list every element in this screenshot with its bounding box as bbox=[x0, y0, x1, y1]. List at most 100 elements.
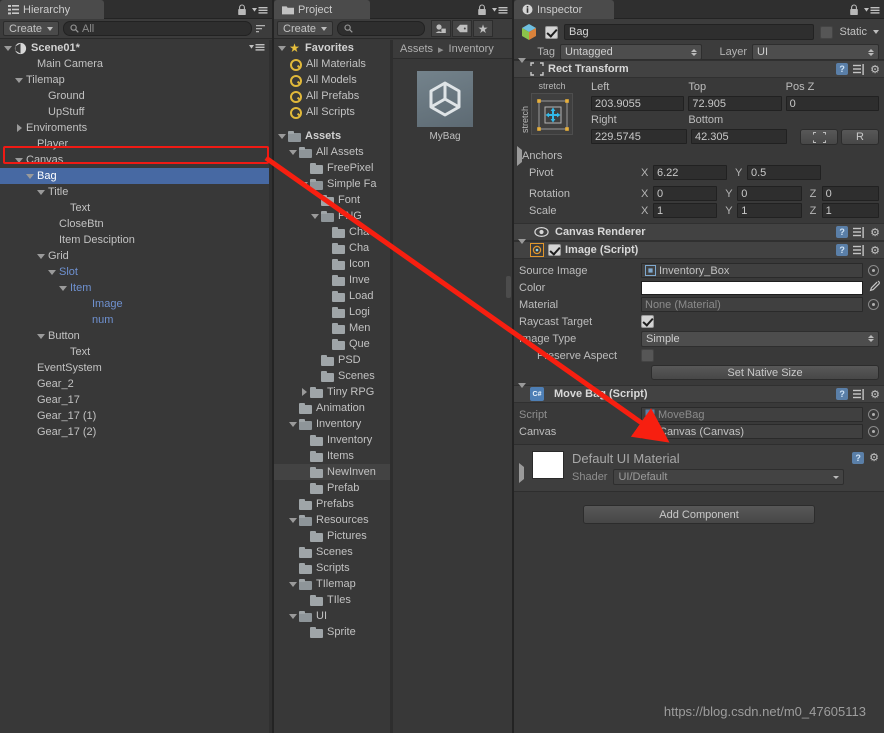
breadcrumb[interactable]: Assets ▸ Inventory bbox=[393, 40, 512, 59]
chevron-down-icon[interactable] bbox=[35, 333, 47, 339]
hierarchy-item-text[interactable]: Text bbox=[0, 344, 270, 360]
help-icon[interactable]: ? bbox=[852, 451, 865, 464]
chevron-down-icon[interactable] bbox=[287, 581, 299, 587]
gear-icon[interactable]: ⚙ bbox=[870, 388, 880, 401]
hierarchy-tree[interactable]: Scene01* Main Camera Tilemap Ground UpStuff… bbox=[0, 40, 270, 733]
preserve-checkbox[interactable] bbox=[641, 349, 654, 362]
component-header-move-bag[interactable]: C# Move Bag (Script) ? ⚙ bbox=[514, 383, 884, 403]
scale-x-input[interactable]: 1 bbox=[653, 203, 718, 218]
raw-mode-button[interactable]: R bbox=[841, 129, 879, 145]
hierarchy-item-title[interactable]: Title bbox=[0, 184, 270, 200]
project-folder-prefabs[interactable]: Prefabs bbox=[274, 496, 390, 512]
color-swatch[interactable] bbox=[641, 280, 863, 295]
project-folder-cha[interactable]: Cha bbox=[274, 240, 390, 256]
tab-inspector[interactable]: Inspector bbox=[514, 0, 614, 19]
hierarchy-item-closebtn[interactable]: CloseBtn bbox=[0, 216, 270, 232]
project-folder-all-assets[interactable]: All Assets bbox=[274, 144, 390, 160]
preset-icon[interactable] bbox=[853, 226, 865, 238]
hierarchy-item-bag[interactable]: Bag bbox=[0, 168, 270, 184]
material-objectfield[interactable]: None (Material) bbox=[641, 297, 863, 312]
script-picker-icon[interactable] bbox=[868, 409, 879, 420]
project-folder-animation[interactable]: Animation bbox=[274, 400, 390, 416]
favorite-star-icon[interactable]: ★ bbox=[473, 20, 494, 37]
project-folder-pictures[interactable]: Pictures bbox=[274, 528, 390, 544]
preset-icon[interactable] bbox=[853, 63, 865, 75]
component-header-canvas-renderer[interactable]: Canvas Renderer ? ⚙ bbox=[514, 223, 884, 241]
project-folder-inventory[interactable]: Inventory bbox=[274, 416, 390, 432]
project-folder-men[interactable]: Men bbox=[274, 320, 390, 336]
lock-icon[interactable] bbox=[477, 3, 487, 16]
hierarchy-sort-icon[interactable] bbox=[256, 24, 265, 33]
project-folder-ui[interactable]: UI bbox=[274, 608, 390, 624]
hierarchy-item-item[interactable]: Item bbox=[0, 280, 270, 296]
panel-menu-icon[interactable] bbox=[252, 5, 268, 15]
component-header-image[interactable]: Image (Script) ? ⚙ bbox=[514, 239, 884, 259]
image-type-dropdown[interactable]: Simple bbox=[641, 330, 879, 347]
hierarchy-item-image[interactable]: Image bbox=[0, 296, 270, 312]
gameobject-active-checkbox[interactable] bbox=[545, 25, 558, 39]
project-folder-psd[interactable]: PSD bbox=[274, 352, 390, 368]
project-folder-simple-fa[interactable]: Simple Fa bbox=[274, 176, 390, 192]
gameobject-name-input[interactable]: Bag bbox=[564, 24, 815, 40]
hierarchy-item-player[interactable]: Player bbox=[0, 136, 270, 152]
preset-icon[interactable] bbox=[853, 244, 865, 256]
image-enabled-checkbox[interactable] bbox=[548, 244, 561, 256]
project-folder-inve[interactable]: Inve bbox=[274, 272, 390, 288]
hierarchy-item-main-camera[interactable]: Main Camera bbox=[0, 56, 270, 72]
chevron-down-icon[interactable] bbox=[518, 58, 526, 75]
eyedropper-icon[interactable] bbox=[868, 280, 880, 295]
hierarchy-item-gear-17[interactable]: Gear_17 bbox=[0, 392, 270, 408]
project-scrollbar-thumb[interactable] bbox=[506, 276, 511, 298]
chevron-down-icon[interactable] bbox=[309, 213, 321, 219]
top-input[interactable]: 72.905 bbox=[688, 96, 782, 111]
chevron-down-icon[interactable] bbox=[518, 383, 526, 400]
project-assets-root[interactable]: Assets bbox=[274, 128, 390, 144]
chevron-down-icon[interactable] bbox=[24, 173, 36, 179]
hierarchy-item-ground[interactable]: Ground bbox=[0, 88, 270, 104]
project-folder-cha[interactable]: Cha bbox=[274, 224, 390, 240]
hierarchy-item-item-desciption[interactable]: Item Desciption bbox=[0, 232, 270, 248]
help-icon[interactable]: ? bbox=[836, 244, 849, 256]
project-favorite-all-prefabs[interactable]: All Prefabs bbox=[274, 88, 390, 104]
project-create-button[interactable]: Create bbox=[277, 21, 334, 36]
hierarchy-item-upstuff[interactable]: UpStuff bbox=[0, 104, 270, 120]
project-favorite-all-materials[interactable]: All Materials bbox=[274, 56, 390, 72]
project-folder-scenes[interactable]: Scenes bbox=[274, 368, 390, 384]
right-input[interactable]: 229.5745 bbox=[591, 129, 687, 144]
project-folder-icon[interactable]: Icon bbox=[274, 256, 390, 272]
pivot-y-input[interactable]: 0.5 bbox=[747, 165, 821, 180]
anchor-preset-button[interactable] bbox=[531, 93, 573, 135]
hierarchy-create-button[interactable]: Create bbox=[3, 21, 60, 36]
hierarchy-item-gear-17-2-[interactable]: Gear_17 (2) bbox=[0, 424, 270, 440]
project-folder-freepixel[interactable]: FreePixel bbox=[274, 160, 390, 176]
anchors-foldout[interactable]: Anchors bbox=[517, 145, 879, 166]
chevron-down-icon[interactable] bbox=[276, 45, 288, 51]
chevron-down-icon[interactable] bbox=[46, 269, 58, 275]
hierarchy-item-button[interactable]: Button bbox=[0, 328, 270, 344]
chevron-down-icon[interactable] bbox=[2, 45, 14, 51]
project-folder-scripts[interactable]: Scripts bbox=[274, 560, 390, 576]
project-folder-que[interactable]: Que bbox=[274, 336, 390, 352]
project-folder-font[interactable]: Font bbox=[274, 192, 390, 208]
layer-dropdown[interactable]: UI bbox=[752, 44, 879, 60]
lock-icon[interactable] bbox=[849, 3, 859, 16]
hierarchy-item-gear-17-1-[interactable]: Gear_17 (1) bbox=[0, 408, 270, 424]
scale-y-input[interactable]: 1 bbox=[737, 203, 802, 218]
chevron-down-icon[interactable] bbox=[518, 239, 526, 256]
chevron-down-icon[interactable] bbox=[298, 181, 310, 187]
chevron-down-icon[interactable] bbox=[287, 149, 299, 155]
chevron-down-icon[interactable] bbox=[35, 189, 47, 195]
project-folder-inventory[interactable]: Inventory bbox=[274, 432, 390, 448]
breadcrumb-item-0[interactable]: Assets bbox=[400, 43, 433, 55]
lock-icon[interactable] bbox=[237, 3, 247, 16]
gear-icon[interactable]: ⚙ bbox=[870, 244, 880, 257]
static-checkbox[interactable] bbox=[820, 25, 834, 39]
posz-input[interactable]: 0 bbox=[785, 96, 879, 111]
set-native-size-button[interactable]: Set Native Size bbox=[651, 365, 879, 380]
object-filter-icon[interactable] bbox=[431, 20, 452, 37]
rot-z-input[interactable]: 0 bbox=[821, 186, 880, 201]
chevron-right-icon[interactable] bbox=[298, 388, 310, 396]
project-search-input[interactable] bbox=[337, 21, 426, 36]
chevron-down-icon[interactable] bbox=[57, 285, 69, 291]
chevron-right-icon[interactable] bbox=[519, 451, 524, 483]
